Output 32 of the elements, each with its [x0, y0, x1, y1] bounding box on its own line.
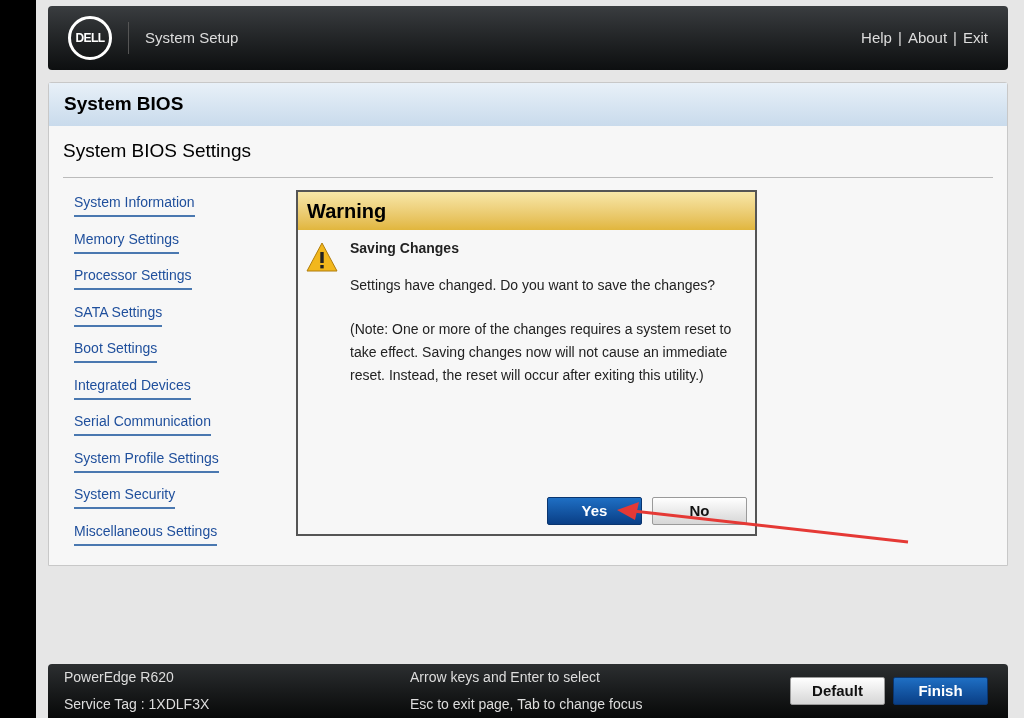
secondary-button[interactable]: No — [652, 497, 747, 525]
model-name: PowerEdge R620 — [64, 668, 175, 687]
key-hint: Arrow keys and Enter to select — [410, 668, 601, 687]
separator: | — [897, 27, 902, 48]
dialog-note: (Note: One or more of the changes requires a system reset to take effect. Saving changes now will not cause an immediate reset. Instead, the reset will occur after exiting this utility.) — [350, 320, 733, 385]
menu-link[interactable]: System Security — [74, 484, 176, 509]
separator: | — [953, 27, 957, 48]
menu-link[interactable]: Boot Settings — [74, 338, 158, 363]
menu-link[interactable]: System Information — [74, 192, 195, 217]
app-title: System Setup — [145, 27, 239, 48]
menu-link[interactable]: Serial Communication — [74, 411, 211, 436]
primary-button[interactable]: Finish — [893, 677, 988, 705]
dialog-heading: Saving Changes — [350, 239, 460, 258]
page-title: System BIOS — [64, 92, 184, 117]
menu-link[interactable]: Integrated Devices — [74, 374, 191, 400]
header-link[interactable]: Exit — [963, 26, 988, 50]
header-link[interactable]: Help — [861, 26, 892, 50]
warning-icon — [306, 242, 338, 272]
menu-link[interactable]: Miscellaneous Settings — [74, 520, 218, 546]
menu-link[interactable]: Processor Settings — [74, 265, 192, 290]
section-title: System BIOS Settings — [63, 139, 251, 164]
dialog-title: Warning — [307, 199, 387, 224]
service-tag: Service Tag : 1XDLF3X — [64, 694, 410, 715]
dialog-message: Settings have changed. Do you want to save the changes? — [350, 276, 717, 295]
menu-link[interactable]: Memory Settings — [74, 228, 180, 254]
menu-link[interactable]: System Profile Settings — [74, 447, 219, 473]
menu-link[interactable]: SATA Settings — [74, 301, 163, 327]
key-hint: Esc to exit page, Tab to change focus — [410, 695, 643, 714]
logo: DELL — [68, 16, 112, 60]
header-link[interactable]: About — [907, 26, 948, 50]
primary-button[interactable]: Yes — [547, 497, 642, 525]
secondary-button[interactable]: Default — [790, 677, 885, 705]
